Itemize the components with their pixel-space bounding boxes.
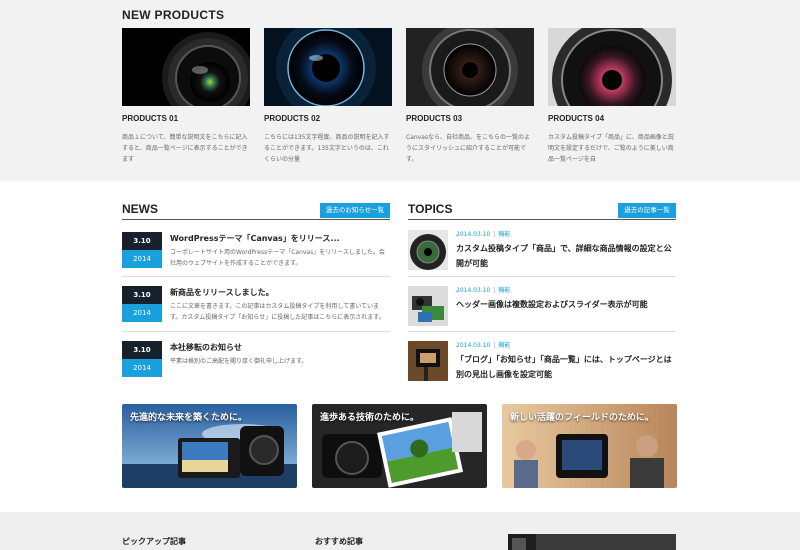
news-title: NEWS [122, 202, 158, 216]
news-item-title[interactable]: WordPressテーマ「Canvas」をリリース... [170, 233, 340, 244]
banner-2[interactable]: 進歩ある技術のために。 [312, 404, 487, 488]
new-products-title: NEW PRODUCTS [122, 8, 225, 22]
topic-meta: 2014.03.10 | 機能 [456, 231, 511, 238]
topics-divider [408, 331, 676, 332]
product-description: カスタム投稿タイプ「商品」に、商品画像と説明文を設定するだけで、ご覧のように美し… [548, 134, 674, 163]
topic-meta: 2014.03.10 | 機能 [456, 287, 511, 294]
pickup-title: ピックアップ記事 [122, 537, 186, 546]
news-divider [122, 331, 390, 332]
news-divider [122, 219, 390, 220]
topic-date: 2014.03.10 [456, 342, 491, 349]
topic-thumbnail[interactable] [408, 286, 448, 326]
topic-date: 2014.03.10 [456, 231, 491, 238]
news-item-body: ここに文章を書きます。この記事はカスタム投稿タイプを利用して書いています。カスタ… [170, 303, 385, 321]
product-card[interactable]: PRODUCTS 03 Canvasなら、自社商品、をこちらの一覧のようにスタイ… [406, 28, 534, 165]
news-date: 3.10 2014 [122, 341, 162, 377]
banner-3[interactable]: 新しい活躍のフィールドのために。 [502, 404, 677, 488]
banner-caption: 進歩ある技術のために。 [320, 413, 420, 423]
product-image[interactable] [548, 28, 676, 106]
new-products-section: NEW PRODUCTS PRODUCTS 01 商品１について、簡単な説明文を… [0, 0, 800, 181]
topic-meta: 2014.03.10 | 機能 [456, 342, 511, 349]
product-card[interactable]: PRODUCTS 02 こちらには135文字程度、商品の説明を記入することができ… [264, 28, 392, 165]
product-description: Canvasなら、自社商品、をこちらの一覧のようにスタイリッシュに紹介することが… [406, 134, 531, 163]
news-item-title[interactable]: 新商品をリリースしました。 [170, 287, 274, 298]
topic-thumbnail[interactable] [408, 230, 448, 270]
news-archive-button[interactable]: 過去のお知らせ一覧 [320, 203, 390, 218]
topics-divider [408, 219, 676, 220]
product-image[interactable] [406, 28, 534, 106]
banner-1[interactable]: 先進的な未来を築くために。 [122, 404, 297, 488]
product-card[interactable]: PRODUCTS 01 商品１について、簡単な説明文をこちらに記入すると、商品一… [122, 28, 250, 165]
banner-caption: 新しい活躍のフィールドのために。 [510, 413, 654, 423]
footer-widgets [0, 512, 800, 550]
product-name[interactable]: PRODUCTS 04 [548, 114, 676, 123]
footer-image[interactable] [508, 534, 676, 550]
recommend-title: おすすめ記事 [315, 537, 363, 546]
topic-category-link[interactable]: 機能 [498, 287, 510, 294]
topic-category-link[interactable]: 機能 [498, 342, 510, 349]
topics-title: TOPICS [408, 202, 453, 216]
news-item-body: コーポレートサイト用のWordPressテーマ「Canvas」をリリースしました… [170, 249, 385, 267]
topics-archive-button[interactable]: 過去の記事一覧 [618, 203, 676, 218]
topic-item-title[interactable]: カスタム投稿タイプ「商品」で、詳細な商品情報の設定と公開が可能 [456, 241, 676, 271]
news-item-title[interactable]: 本社移転のお知らせ [170, 342, 242, 353]
product-name[interactable]: PRODUCTS 02 [264, 114, 392, 123]
topics-divider [408, 276, 676, 277]
product-image[interactable] [122, 28, 250, 106]
topic-date: 2014.03.10 [456, 287, 491, 294]
topic-category-link[interactable]: 機能 [498, 231, 510, 238]
news-divider [122, 276, 390, 277]
banner-caption: 先進的な未来を築くために。 [130, 413, 248, 423]
topic-item-title[interactable]: 「ブログ」「お知らせ」「商品一覧」には、トップページとは別の見出し画像を設定可能 [456, 352, 676, 382]
topic-thumbnail[interactable] [408, 341, 448, 381]
product-name[interactable]: PRODUCTS 01 [122, 114, 250, 123]
product-name[interactable]: PRODUCTS 03 [406, 114, 534, 123]
product-image[interactable] [264, 28, 392, 106]
product-description: 商品１について、簡単な説明文をこちらに記入すると、商品一覧ページに表示することが… [122, 134, 248, 163]
topic-item-title[interactable]: ヘッダー画像は複数設定およびスライダー表示が可能 [456, 297, 676, 312]
product-card[interactable]: PRODUCTS 04 カスタム投稿タイプ「商品」に、商品画像と説明文を設定する… [548, 28, 676, 165]
news-item-body: 平素は格別のご高配を賜り厚く御礼申し上げます。 [170, 358, 308, 365]
news-date: 3.10 2014 [122, 232, 162, 268]
news-date: 3.10 2014 [122, 286, 162, 322]
product-description: こちらには135文字程度、商品の説明を記入することができます。135文字というの… [264, 134, 390, 163]
